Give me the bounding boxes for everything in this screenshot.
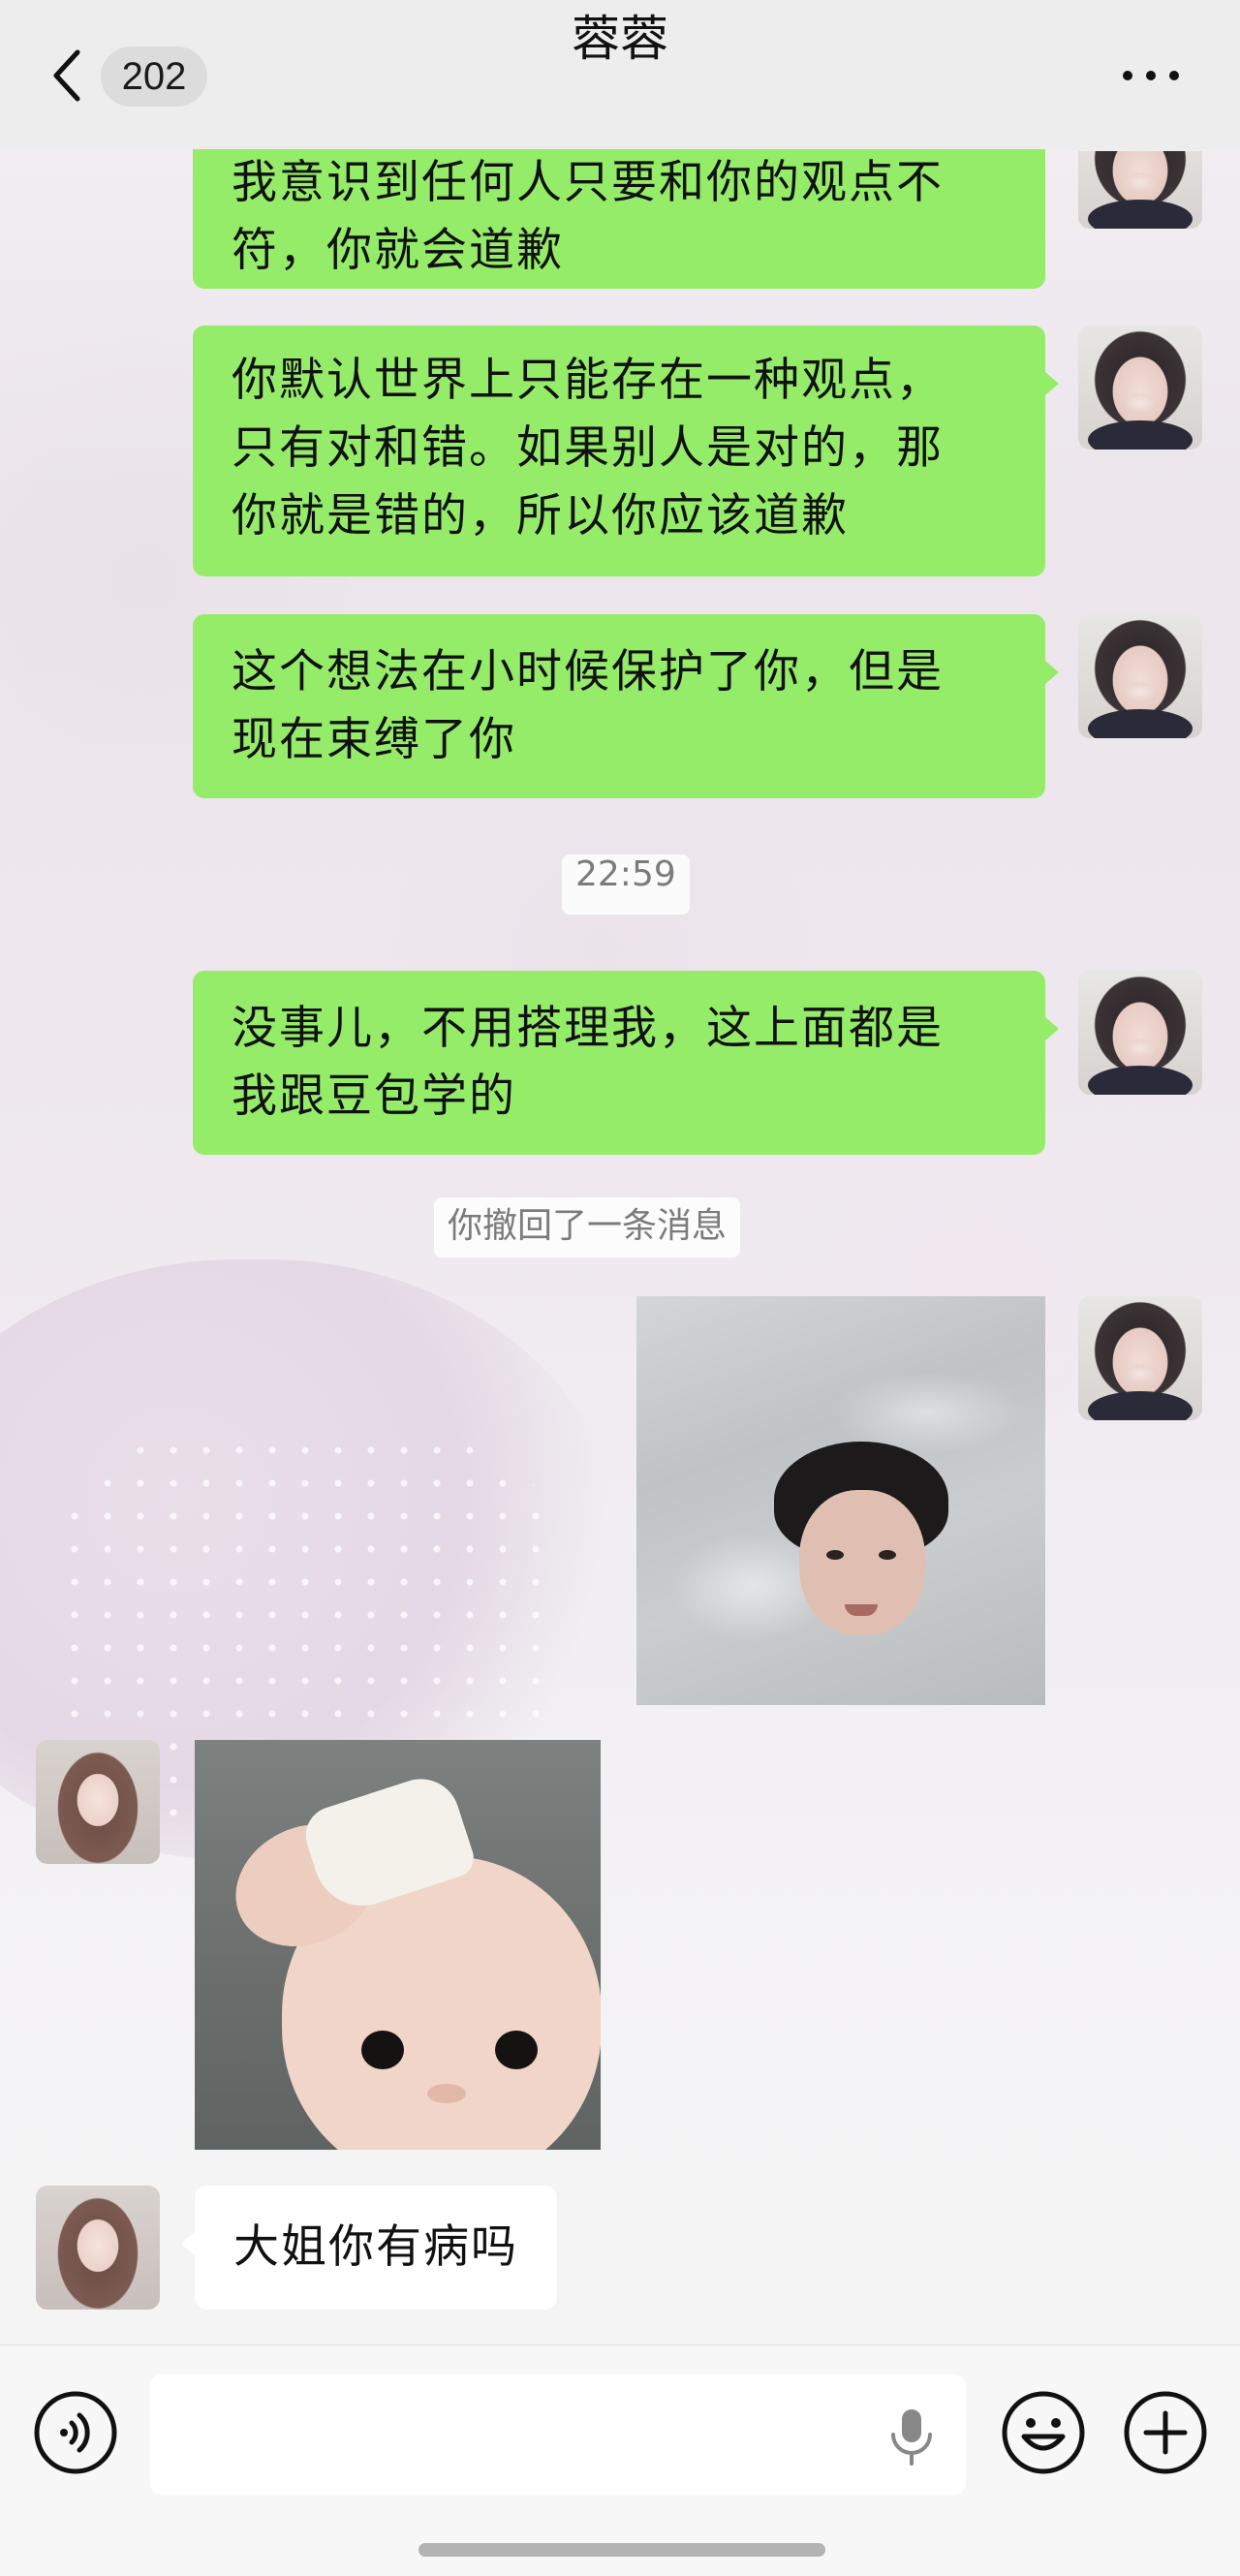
message-text-line: 大姐你有病吗 bbox=[233, 2220, 518, 2274]
timestamp-label: 22:59 bbox=[562, 854, 690, 915]
message-input[interactable] bbox=[150, 2374, 966, 2495]
my-avatar[interactable] bbox=[1078, 1296, 1202, 1420]
my-avatar[interactable] bbox=[1078, 971, 1202, 1095]
contact-avatar[interactable] bbox=[36, 1740, 160, 1864]
voice-icon[interactable] bbox=[33, 2390, 118, 2475]
chevron-left-icon[interactable] bbox=[48, 47, 87, 105]
plus-icon[interactable] bbox=[1123, 2390, 1208, 2475]
my-avatar[interactable] bbox=[1078, 326, 1202, 450]
message-bubble[interactable]: 大姐你有病吗 bbox=[181, 2186, 557, 2310]
message-text-line: 没事儿，不用搭理我，这上面都是 bbox=[232, 1002, 944, 1055]
message-text-line: 只有对和错。如果别人是对的，那 bbox=[232, 421, 944, 475]
more-dots-icon[interactable] bbox=[1120, 66, 1182, 85]
message-text-line: 我意识到任何人只要和你的观点不 bbox=[232, 156, 944, 209]
contact-avatar[interactable] bbox=[36, 2186, 160, 2310]
message-text-line: 符，你就会道歉 bbox=[232, 224, 564, 277]
message-bubble[interactable]: 没事儿，不用搭理我，这上面都是 我跟豆包学的 bbox=[193, 971, 1059, 1155]
message-bubble[interactable]: 你默认世界上只能存在一种观点， 只有对和错。如果别人是对的，那 你就是错的，所以… bbox=[193, 326, 1059, 576]
message-text-line: 现在束缚了你 bbox=[232, 713, 516, 766]
image-message-baby-photo[interactable] bbox=[195, 1740, 601, 2150]
emoji-icon[interactable] bbox=[1001, 2390, 1086, 2475]
unread-count-badge[interactable]: 202 bbox=[101, 47, 207, 107]
mic-icon[interactable] bbox=[887, 2407, 936, 2466]
message-text-line: 你就是错的，所以你应该道歉 bbox=[232, 489, 849, 543]
message-text-line: 你默认世界上只能存在一种观点， bbox=[232, 354, 944, 407]
chat-header: 202 蓉蓉 bbox=[0, 0, 1240, 149]
home-indicator[interactable] bbox=[418, 2543, 825, 2557]
input-bar bbox=[0, 2344, 1240, 2576]
message-text-line: 这个想法在小时候保护了你，但是 bbox=[232, 645, 944, 698]
recall-notice: 你撤回了一条消息 bbox=[434, 1197, 741, 1257]
my-avatar[interactable] bbox=[1078, 614, 1202, 738]
image-message-bath-photo[interactable] bbox=[636, 1296, 1045, 1705]
message-text-line: 我跟豆包学的 bbox=[232, 1070, 516, 1123]
message-bubble[interactable]: 这个想法在小时候保护了你，但是 现在束缚了你 bbox=[193, 614, 1059, 798]
